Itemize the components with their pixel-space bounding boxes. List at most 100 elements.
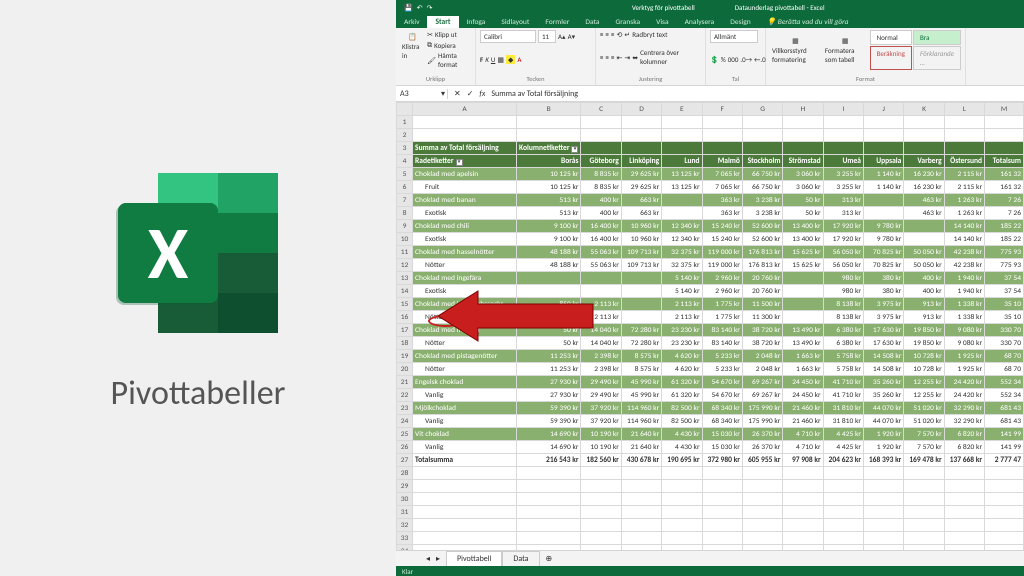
cell[interactable]: 2 777 47	[985, 454, 1024, 467]
cell[interactable]: 16 230 kr	[904, 181, 944, 194]
cell[interactable]	[702, 129, 742, 142]
cell[interactable]	[944, 116, 984, 129]
row-header[interactable]: 9	[397, 220, 413, 233]
cell[interactable]: 35 260 kr	[863, 389, 903, 402]
cell[interactable]: Choklad med chili	[413, 220, 517, 233]
cell[interactable]: 16 400 kr	[581, 220, 621, 233]
cell[interactable]	[823, 493, 863, 506]
cell[interactable]: 48 188 kr	[516, 259, 581, 272]
row-header[interactable]: 22	[397, 389, 413, 402]
cell[interactable]: 10 728 kr	[904, 363, 944, 376]
cell[interactable]	[702, 519, 742, 532]
cell[interactable]: 14 690 kr	[516, 428, 581, 441]
cell[interactable]	[985, 506, 1024, 519]
new-sheet-button[interactable]: ⊕	[546, 554, 553, 564]
cell[interactable]: 10 960 kr	[621, 233, 661, 246]
column-header[interactable]: L	[944, 103, 984, 116]
cell[interactable]: 175 990 kr	[742, 415, 783, 428]
cell[interactable]: 24 420 kr	[944, 389, 984, 402]
wrap-text-button[interactable]: ↵ Radbryt text	[624, 30, 667, 39]
cell[interactable]: 8 575 kr	[621, 350, 661, 363]
cell[interactable]: Varberg	[904, 155, 944, 168]
cell[interactable]: 980 kr	[823, 285, 863, 298]
cell[interactable]: 70 825 kr	[863, 259, 903, 272]
cell[interactable]	[863, 467, 903, 480]
cell[interactable]	[783, 506, 823, 519]
cell[interactable]	[944, 142, 984, 155]
cell[interactable]: 190 695 kr	[662, 454, 702, 467]
cell[interactable]: 400 kr	[904, 272, 944, 285]
cell[interactable]: 8 138 kr	[823, 311, 863, 324]
cell[interactable]: 83 140 kr	[702, 337, 742, 350]
cell[interactable]: 5 758 kr	[823, 363, 863, 376]
column-header[interactable]: I	[823, 103, 863, 116]
cell[interactable]: 13 125 kr	[662, 168, 702, 181]
cell[interactable]: 663 kr	[621, 194, 661, 207]
cell[interactable]	[413, 129, 517, 142]
cell[interactable]: 114 960 kr	[621, 402, 661, 415]
cell[interactable]: 168 393 kr	[863, 454, 903, 467]
cell[interactable]	[783, 285, 823, 298]
cell[interactable]: 5 140 kr	[662, 285, 702, 298]
cell[interactable]	[621, 285, 661, 298]
cell[interactable]: Vanlig	[413, 415, 517, 428]
cell[interactable]	[516, 532, 581, 545]
cell[interactable]	[413, 467, 517, 480]
cell[interactable]: Choklad med jordgubbssockr	[413, 298, 517, 311]
cell[interactable]: 9 100 kr	[516, 233, 581, 246]
cell[interactable]	[662, 142, 702, 155]
cell[interactable]: 3 060 kr	[783, 168, 823, 181]
cell[interactable]	[944, 467, 984, 480]
align-top-icon[interactable]: ≡	[600, 30, 604, 39]
cell[interactable]	[985, 467, 1024, 480]
cell[interactable]	[783, 519, 823, 532]
cell[interactable]	[863, 480, 903, 493]
style-calculation[interactable]: Beräkning	[870, 46, 912, 70]
cell[interactable]: 20 760 kr	[742, 272, 783, 285]
cell[interactable]: 56 050 kr	[823, 246, 863, 259]
fx-icon[interactable]: fx	[479, 89, 485, 99]
bold-button[interactable]: F	[480, 55, 483, 64]
cell[interactable]	[516, 285, 581, 298]
cell[interactable]: Nötter	[413, 363, 517, 376]
sheet-tab-data[interactable]: Data	[502, 551, 539, 566]
cell[interactable]	[662, 129, 702, 142]
cell[interactable]: 775 93	[985, 246, 1024, 259]
cell[interactable]: 11 500 kr	[742, 298, 783, 311]
cell[interactable]: 109 713 kr	[621, 259, 661, 272]
cell[interactable]: 7 26	[985, 207, 1024, 220]
align-mid-icon[interactable]: ≡	[606, 30, 610, 39]
cell[interactable]	[662, 493, 702, 506]
cell[interactable]: 605 955 kr	[742, 454, 783, 467]
cell[interactable]: 1 663 kr	[783, 350, 823, 363]
cell[interactable]: 363 kr	[702, 207, 742, 220]
cell[interactable]: 38 720 kr	[742, 324, 783, 337]
cell[interactable]	[783, 311, 823, 324]
cell[interactable]: Vit choklad	[413, 428, 517, 441]
cell[interactable]	[783, 272, 823, 285]
cell[interactable]: 59 390 kr	[516, 402, 581, 415]
cell[interactable]	[985, 116, 1024, 129]
cell[interactable]: 3 238 kr	[742, 194, 783, 207]
cell[interactable]	[823, 129, 863, 142]
cell[interactable]: 35 10	[985, 298, 1024, 311]
cell[interactable]: 552 34	[985, 389, 1024, 402]
cell[interactable]: 44 070 kr	[863, 402, 903, 415]
cell[interactable]: 55 063 kr	[581, 246, 621, 259]
cell[interactable]	[742, 116, 783, 129]
cell[interactable]: 109 713 kr	[621, 246, 661, 259]
cell[interactable]	[823, 532, 863, 545]
cell[interactable]	[783, 532, 823, 545]
dec-decimal-icon[interactable]: ←.0	[754, 55, 766, 64]
cell[interactable]: 330 70	[985, 324, 1024, 337]
cell[interactable]: 82 500 kr	[662, 402, 702, 415]
cell[interactable]: Totalsumma	[413, 454, 517, 467]
cell[interactable]: 16 400 kr	[581, 233, 621, 246]
cell[interactable]: 11 253 kr	[516, 350, 581, 363]
cell[interactable]: Exotisk	[413, 285, 517, 298]
cell[interactable]	[904, 493, 944, 506]
cell[interactable]	[863, 142, 903, 155]
cell[interactable]: 1 775 kr	[702, 311, 742, 324]
cell[interactable]	[904, 129, 944, 142]
cell[interactable]: Choklad med ingefära	[413, 272, 517, 285]
